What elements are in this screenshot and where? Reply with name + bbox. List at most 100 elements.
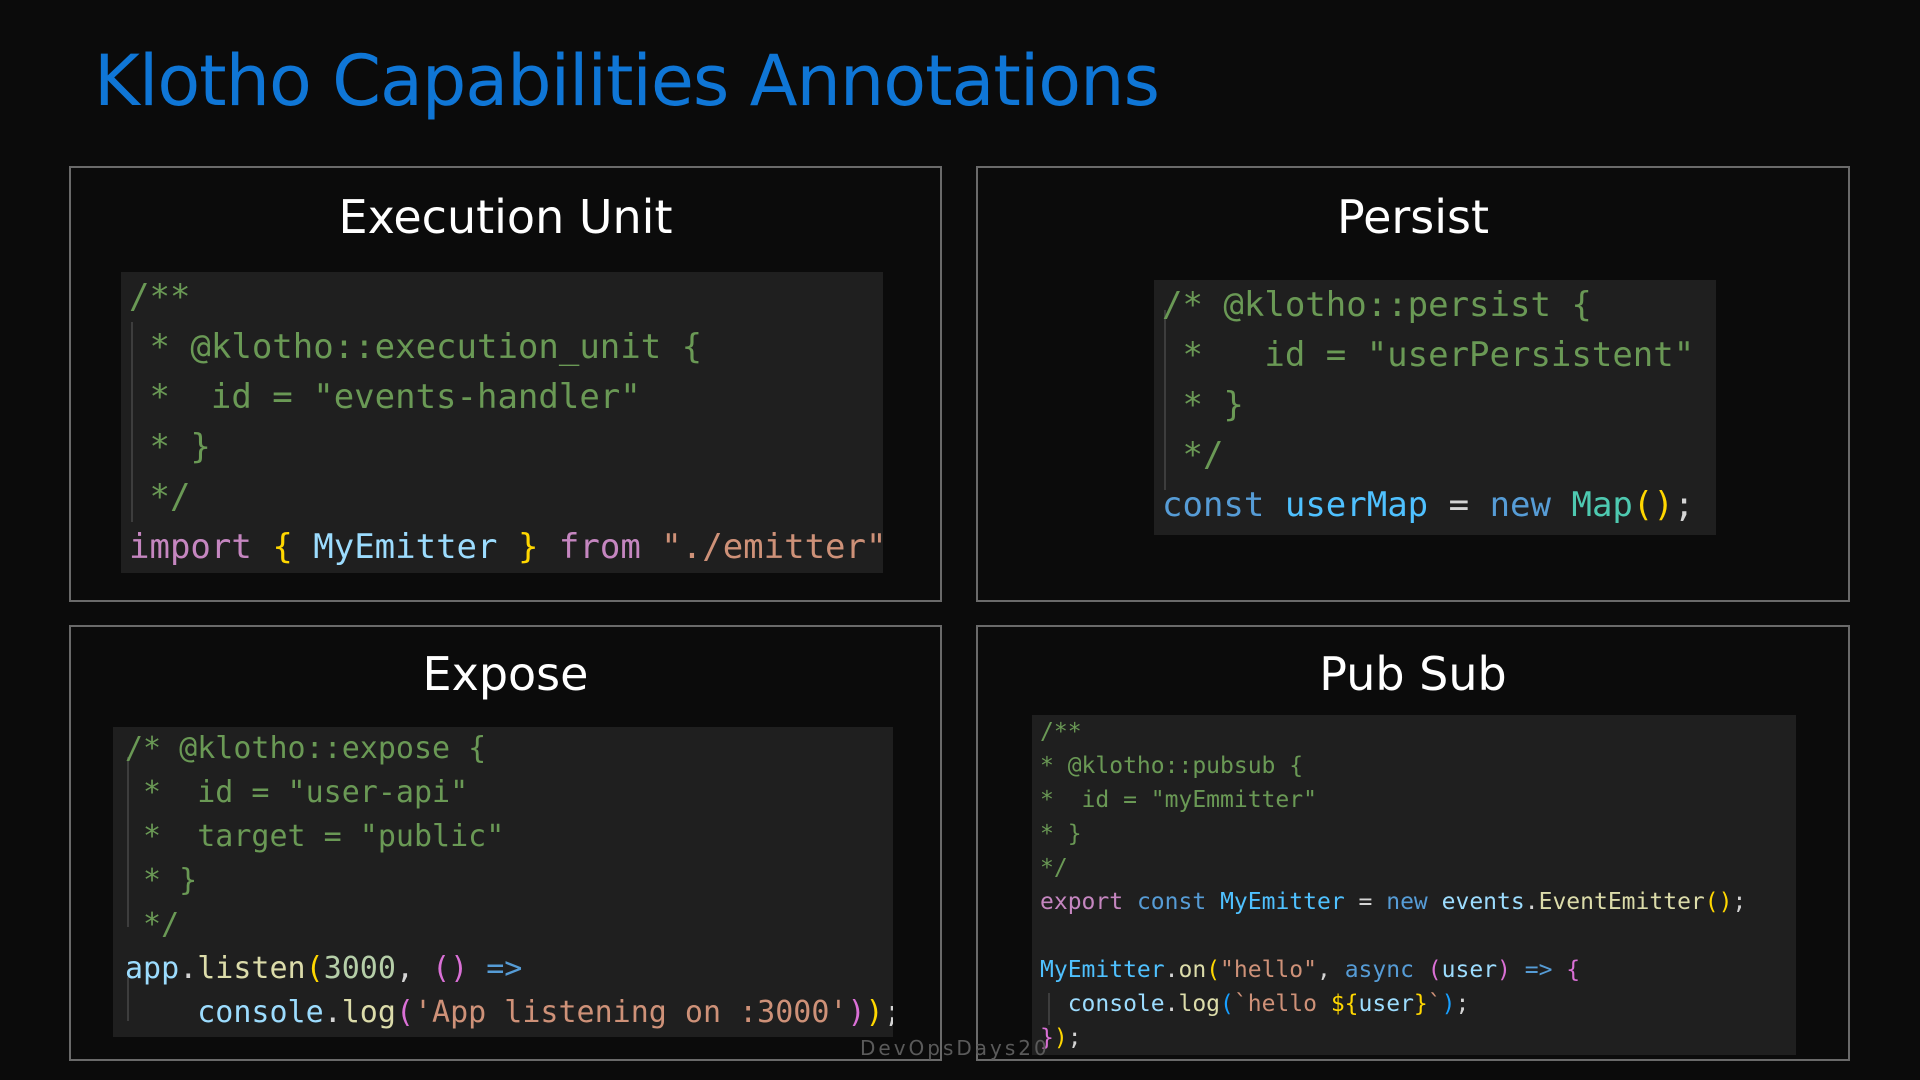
code-block-execution-unit: /** * @klotho::execution_unit { * id = "… (121, 272, 883, 573)
code-token: } (517, 527, 539, 567)
code-token: . (179, 951, 198, 986)
code-block-pubsub: /*** @klotho::pubsub {* id = "myEmmitter… (1032, 715, 1796, 1055)
code-line: * @klotho::execution_unit { (129, 322, 883, 372)
code-line (1040, 919, 1796, 953)
code-line: console.log(`hello ${user}`); (1040, 987, 1796, 1021)
code-token: /** (1040, 719, 1082, 745)
code-line: /* @klotho::expose { (125, 727, 893, 771)
code-token: * } (1040, 821, 1082, 847)
code-token: ; (1673, 485, 1695, 525)
code-token: * @klotho::execution_unit { (129, 327, 703, 367)
code-line: /** (1040, 715, 1796, 749)
code-token: ) (847, 995, 866, 1030)
code-line: * } (125, 859, 893, 903)
code-token: ( (1206, 957, 1221, 983)
code-token: ( (305, 951, 324, 986)
code-token: on (1178, 957, 1207, 983)
code-token: ; (1455, 991, 1470, 1017)
code-token: user (1358, 991, 1414, 1017)
code-token: * @klotho::pubsub { (1040, 753, 1304, 779)
code-token: */ (129, 477, 191, 517)
code-line: * id = "myEmmitter" (1040, 783, 1796, 817)
slide-title: Klotho Capabilities Annotations (94, 40, 1160, 122)
code-token: import (129, 527, 252, 567)
code-line: */ (125, 903, 893, 947)
code-token: */ (1162, 435, 1224, 475)
code-line: */ (129, 472, 883, 522)
code-token: ) (1497, 957, 1511, 983)
code-token: EventEmitter (1538, 889, 1705, 915)
code-token: new (1386, 889, 1428, 915)
panel-execution-unit: Execution Unit /** * @klotho::execution_… (69, 166, 942, 602)
code-token: = (1428, 485, 1490, 525)
code-token: /* @klotho::expose { (125, 731, 487, 766)
code-token: log (1178, 991, 1221, 1017)
code-line: * id = "userPersistent" (1162, 330, 1716, 380)
code-token: log (341, 995, 396, 1030)
code-token: ; (1067, 1025, 1082, 1051)
code-token: */ (1040, 855, 1068, 881)
code-token: ` (1427, 991, 1442, 1017)
code-token: userMap (1284, 485, 1429, 525)
code-token: /* @klotho::persist { (1162, 285, 1592, 325)
code-token: MyEmitter (292, 527, 518, 567)
code-line: export const MyEmitter = new events.Even… (1040, 885, 1796, 919)
code-token: = (1344, 889, 1387, 915)
code-token: ; (1732, 889, 1747, 915)
code-line: const userMap = new Map(); (1162, 480, 1716, 530)
code-line: * id = "events-handler" (129, 372, 883, 422)
code-token: "hello" (1220, 957, 1317, 983)
code-token: events (1441, 889, 1525, 915)
panel-title-persist: Persist (1336, 190, 1490, 244)
code-token: `hello (1233, 991, 1331, 1017)
code-token: { (272, 527, 293, 567)
code-line: * } (1162, 380, 1716, 430)
code-token: () (1632, 485, 1674, 525)
code-token: ) (865, 995, 884, 1030)
code-line: import { MyEmitter } from "./emitter" (129, 522, 883, 572)
code-token: () (1704, 889, 1733, 915)
code-token: * } (125, 863, 198, 898)
code-line: */ (1040, 851, 1796, 885)
code-line: console.log('App listening on :3000')); (125, 991, 893, 1035)
code-line: * } (129, 422, 883, 472)
code-token: . (1164, 957, 1179, 983)
panel-persist: Persist /* @klotho::persist { * id = "us… (976, 166, 1850, 602)
code-token: { (1566, 957, 1581, 983)
code-token: user (1441, 957, 1498, 983)
code-token: => (1510, 957, 1567, 983)
panel-expose: Expose /* @klotho::expose { * id = "user… (69, 625, 942, 1061)
code-token: new (1489, 485, 1551, 525)
code-token: "./emitter" (661, 527, 883, 567)
code-line: MyEmitter.on("hello", async (user) => { (1040, 953, 1796, 987)
code-block-persist: /* @klotho::persist { * id = "userPersis… (1154, 280, 1716, 535)
code-token: => (468, 951, 541, 986)
code-token: , (1316, 957, 1345, 983)
code-token: MyEmitter (1040, 957, 1165, 983)
code-token: async (1344, 957, 1414, 983)
code-token: export (1040, 889, 1124, 915)
footer-event-label: DevOpsDays20 (860, 1036, 1050, 1060)
panel-title-execution-unit: Execution Unit (338, 190, 673, 244)
code-token: * target = "public" (125, 819, 505, 854)
code-token: console (125, 995, 324, 1030)
code-token: ( (1220, 991, 1234, 1017)
code-token: . (1164, 991, 1179, 1017)
code-line: app.listen(3000, () => (125, 947, 893, 991)
code-token: * } (129, 427, 211, 467)
code-token: 3000 (323, 951, 396, 986)
code-token: () (432, 951, 469, 986)
code-token: Map (1571, 485, 1633, 525)
code-token: ; (884, 995, 893, 1030)
code-line: * id = "user-api" (125, 771, 893, 815)
code-line: }); (1040, 1021, 1796, 1055)
code-token: ( (1427, 957, 1442, 983)
code-token: const (1162, 485, 1265, 525)
code-line: /* @klotho::persist { (1162, 280, 1716, 330)
